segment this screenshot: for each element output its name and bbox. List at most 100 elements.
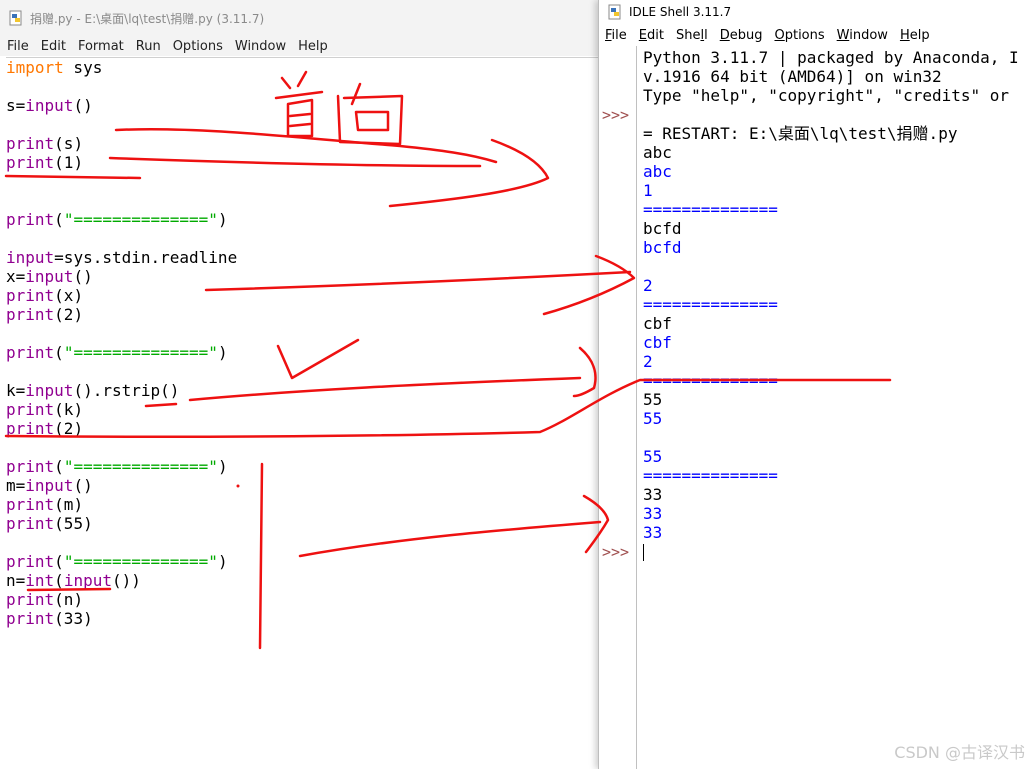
shell-output-line: abc [643, 143, 672, 162]
code-token: print [6, 609, 55, 628]
code-token: n= [6, 571, 26, 590]
code-token: print [6, 153, 55, 172]
code-token: print [6, 514, 55, 533]
code-token: print [6, 495, 55, 514]
shell-output-line: 55 [643, 447, 663, 466]
shell-output-line: cbf [643, 333, 672, 352]
prompt-gutter: >>> >>> [599, 46, 637, 769]
shell-output-line: ============== [643, 466, 778, 485]
shell-window: IDLE Shell 3.11.7 File Edit Shell Debug Opti… [598, 0, 1029, 769]
editor-menu-run[interactable]: Run [130, 39, 167, 54]
code-line: import sys [6, 58, 598, 77]
code-token: ) [217, 210, 228, 229]
editor-menu-file[interactable]: File [0, 39, 35, 54]
code-token: ( [54, 210, 64, 229]
shell-output-line: = RESTART: E:\桌面\lq\test\捐赠.py [643, 124, 958, 143]
code-token: print [6, 457, 55, 476]
shell-output-line: ============== [643, 295, 778, 314]
editor-menu-format[interactable]: Format [72, 39, 130, 54]
code-token: =sys.stdin.readline [54, 248, 238, 267]
code-line: k=input().rstrip() [6, 381, 598, 400]
shell-menu-help[interactable]: Help [894, 28, 936, 43]
editor-menu-edit[interactable]: Edit [35, 39, 72, 54]
code-token: (k) [54, 400, 84, 419]
code-token: (x) [54, 286, 84, 305]
shell-output-line: 55 [643, 409, 663, 428]
code-token: "==============" [63, 457, 218, 476]
code-token: () [73, 476, 93, 495]
shell-output-line: bcfd [643, 238, 682, 257]
code-token: (n) [54, 590, 84, 609]
shell-prompt: >>> [602, 106, 630, 124]
editor-menu-options[interactable]: Options [167, 39, 229, 54]
code-token: (m) [54, 495, 84, 514]
code-token: ) [217, 457, 228, 476]
shell-output-line [643, 257, 1029, 276]
code-line: print("==============") [6, 552, 598, 571]
code-token: x= [6, 267, 26, 286]
shell-output-line: v.1916 64 bit (AMD64)] on win32 [643, 67, 942, 86]
code-token: print [6, 134, 55, 153]
shell-output-line: 33 [643, 504, 663, 523]
editor-menu-window[interactable]: Window [229, 39, 292, 54]
code-token: (2) [54, 419, 84, 438]
shell-menu-window[interactable]: Window [831, 28, 894, 43]
code-line: print("==============") [6, 210, 598, 229]
shell-menu-edit[interactable]: Edit [633, 28, 670, 43]
code-token: () [73, 267, 93, 286]
code-token: m= [6, 476, 26, 495]
editor-titlebar: 捐赠.py - E:\桌面\lq\test\捐赠.py (3.11.7) [0, 0, 598, 36]
code-line: print(33) [6, 609, 598, 628]
shell-output-line: abc [643, 162, 672, 181]
code-token: "==============" [63, 552, 218, 571]
code-line: x=input() [6, 267, 598, 286]
code-token: (s) [54, 134, 84, 153]
code-token: ) [217, 552, 228, 571]
shell-output-line: Python 3.11.7 | packaged by Anaconda, I [643, 48, 1019, 67]
shell-menu-debug[interactable]: Debug [714, 28, 769, 43]
code-token: input [63, 571, 112, 590]
shell-menu-file[interactable]: File [599, 28, 633, 43]
code-token: input [25, 381, 74, 400]
shell-output-line: 33 [643, 523, 663, 542]
shell-output-line: ============== [643, 200, 778, 219]
shell-input-line[interactable] [643, 542, 1029, 561]
code-token: input [6, 248, 55, 267]
code-token: ( [54, 457, 64, 476]
code-token: ( [54, 343, 64, 362]
code-token: k= [6, 381, 26, 400]
code-token: (55) [54, 514, 93, 533]
watermark: CSDN @古译汉书 [894, 743, 1025, 762]
code-token: print [6, 305, 55, 324]
shell-prompt: >>> [602, 543, 630, 561]
code-token: ( [54, 571, 64, 590]
code-line: print(55) [6, 514, 598, 533]
code-token: int [25, 571, 55, 590]
code-token: "==============" [63, 343, 218, 362]
shell-output-line: ============== [643, 371, 778, 390]
code-token: print [6, 210, 55, 229]
code-token: print [6, 343, 55, 362]
code-line: print("==============") [6, 343, 598, 362]
code-token: (33) [54, 609, 93, 628]
code-token: print [6, 590, 55, 609]
code-line: print(m) [6, 495, 598, 514]
shell-menu-shell[interactable]: Shell [670, 28, 714, 43]
code-token: input [25, 476, 74, 495]
shell-body[interactable]: >>> >>> Python 3.11.7 | packaged by Anac… [599, 46, 1029, 769]
code-token: print [6, 419, 55, 438]
code-token: (1) [54, 153, 84, 172]
code-line: m=input() [6, 476, 598, 495]
code-token: (2) [54, 305, 84, 324]
editor-menu-help[interactable]: Help [292, 39, 334, 54]
code-editor[interactable]: import sys s=input() print(s) print(1) pr… [6, 57, 598, 769]
editor-window: 捐赠.py - E:\桌面\lq\test\捐赠.py (3.11.7) Fil… [0, 0, 598, 769]
python-file-icon [9, 10, 22, 26]
code-token: ().rstrip() [73, 381, 180, 400]
python-idle-icon [608, 4, 621, 20]
shell-menu-options[interactable]: Options [768, 28, 830, 43]
code-token: ) [217, 343, 228, 362]
code-token: input [25, 96, 74, 115]
